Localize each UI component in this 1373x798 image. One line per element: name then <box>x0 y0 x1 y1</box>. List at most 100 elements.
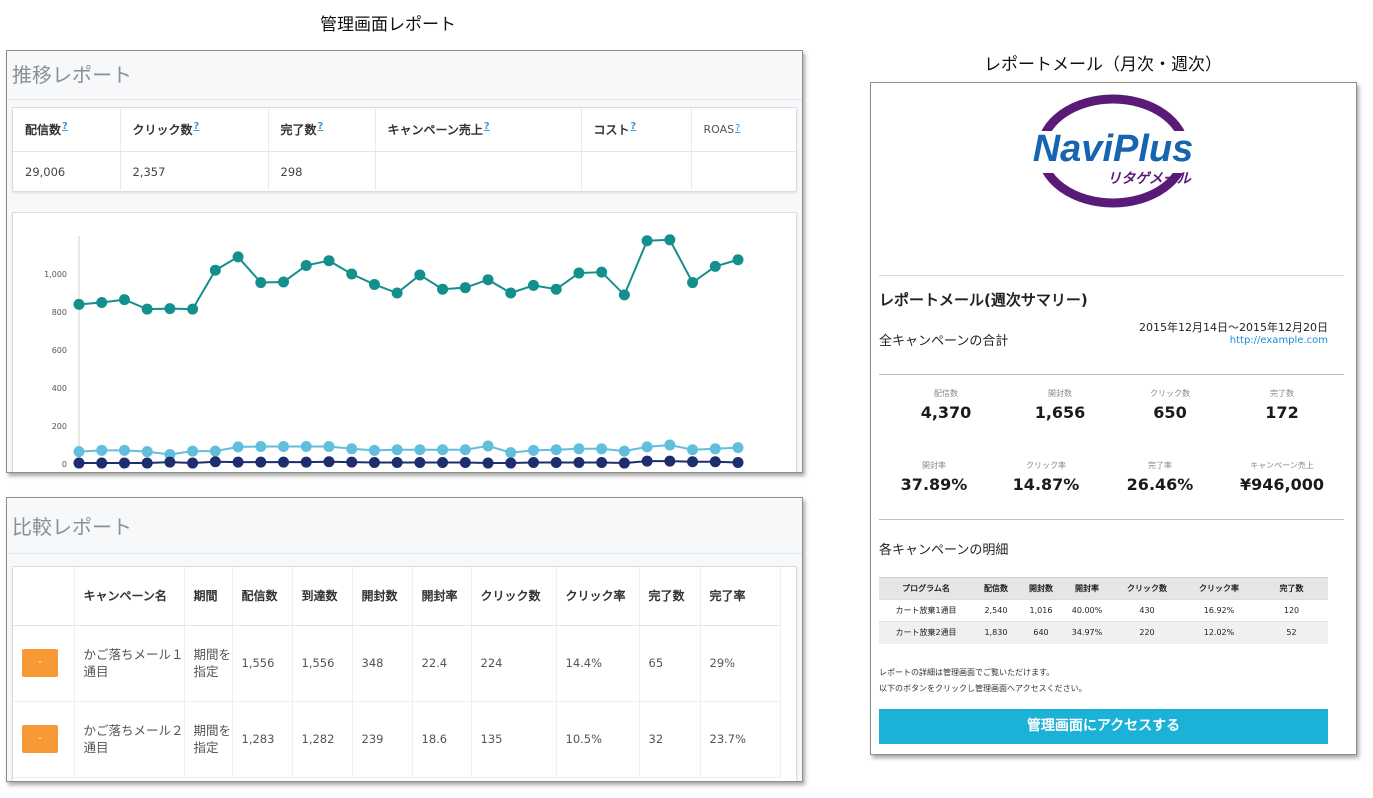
data-point[interactable] <box>482 457 494 469</box>
data-point[interactable] <box>596 456 608 468</box>
data-point[interactable] <box>641 235 653 247</box>
data-point[interactable] <box>641 455 653 467</box>
data-point[interactable] <box>505 287 517 299</box>
help-link[interactable]: ? <box>194 121 200 132</box>
data-point[interactable] <box>550 283 562 295</box>
data-point[interactable] <box>505 447 517 459</box>
help-link[interactable]: ? <box>631 121 637 132</box>
data-point[interactable] <box>278 276 290 288</box>
data-point[interactable] <box>346 268 358 280</box>
data-point[interactable] <box>187 445 199 457</box>
data-point[interactable] <box>300 456 312 468</box>
data-point[interactable] <box>187 457 199 469</box>
data-point[interactable] <box>687 277 699 289</box>
data-point[interactable] <box>323 456 335 468</box>
data-point[interactable] <box>505 457 517 469</box>
data-point[interactable] <box>118 294 130 306</box>
data-point[interactable] <box>709 456 721 468</box>
data-point[interactable] <box>141 457 153 469</box>
data-point[interactable] <box>414 456 426 468</box>
data-point[interactable] <box>118 457 130 469</box>
data-point[interactable] <box>414 444 426 456</box>
compare-header[interactable]: 期間 <box>184 567 233 626</box>
compare-header[interactable]: 完了数 <box>639 567 701 626</box>
data-point[interactable] <box>118 444 130 456</box>
data-point[interactable] <box>73 446 85 458</box>
help-link[interactable]: ? <box>735 123 740 134</box>
data-point[interactable] <box>96 297 108 308</box>
data-point[interactable] <box>164 456 176 468</box>
data-point[interactable] <box>732 442 744 454</box>
remove-campaign-button[interactable]: - <box>22 649 58 677</box>
data-point[interactable] <box>732 254 744 266</box>
help-link[interactable]: ? <box>62 121 68 132</box>
data-point[interactable] <box>527 444 539 456</box>
data-point[interactable] <box>573 456 585 468</box>
data-point[interactable] <box>664 455 676 467</box>
data-point[interactable] <box>687 444 699 456</box>
data-point[interactable] <box>596 443 608 455</box>
data-point[interactable] <box>209 264 221 276</box>
data-point[interactable] <box>300 441 312 453</box>
data-point[interactable] <box>300 259 312 271</box>
data-point[interactable] <box>550 456 562 468</box>
data-point[interactable] <box>346 443 358 455</box>
data-point[interactable] <box>550 444 562 456</box>
data-point[interactable] <box>641 441 653 453</box>
data-point[interactable] <box>437 456 449 468</box>
data-point[interactable] <box>96 444 108 456</box>
data-point[interactable] <box>664 439 676 451</box>
data-point[interactable] <box>573 267 585 279</box>
data-point[interactable] <box>709 260 721 272</box>
data-point[interactable] <box>709 443 721 455</box>
data-point[interactable] <box>391 287 403 299</box>
data-point[interactable] <box>687 456 699 468</box>
data-point[interactable] <box>618 289 630 301</box>
period-setting[interactable]: 期間を指定 <box>184 701 233 778</box>
help-link[interactable]: ? <box>484 121 490 132</box>
data-point[interactable] <box>482 274 494 286</box>
data-point[interactable] <box>732 456 744 468</box>
data-point[interactable] <box>391 456 403 468</box>
remove-campaign-button[interactable]: - <box>22 725 58 753</box>
data-point[interactable] <box>664 234 676 246</box>
compare-header[interactable]: 到達数 <box>292 567 353 626</box>
data-point[interactable] <box>141 303 153 315</box>
data-point[interactable] <box>391 444 403 456</box>
mail-url-link[interactable]: http://example.com <box>1230 335 1328 346</box>
data-point[interactable] <box>437 283 449 295</box>
data-point[interactable] <box>459 456 471 468</box>
data-point[interactable] <box>414 269 426 281</box>
help-link[interactable]: ? <box>318 121 324 132</box>
data-point[interactable] <box>209 456 221 468</box>
data-point[interactable] <box>368 278 380 290</box>
data-point[interactable] <box>618 445 630 457</box>
data-point[interactable] <box>459 282 471 294</box>
compare-header[interactable]: 配信数 <box>232 567 293 626</box>
compare-header[interactable]: キャンペーン名 <box>74 567 185 626</box>
data-point[interactable] <box>278 441 290 453</box>
data-point[interactable] <box>209 445 221 457</box>
data-point[interactable] <box>255 456 267 468</box>
data-point[interactable] <box>73 298 85 310</box>
compare-header[interactable]: クリック数 <box>471 567 557 626</box>
data-point[interactable] <box>255 277 267 289</box>
data-point[interactable] <box>527 456 539 468</box>
compare-header[interactable]: クリック率 <box>556 567 640 626</box>
data-point[interactable] <box>368 444 380 456</box>
access-admin-button[interactable]: 管理画面にアクセスする <box>879 709 1328 744</box>
data-point[interactable] <box>141 446 153 458</box>
data-point[interactable] <box>482 440 494 452</box>
data-point[interactable] <box>346 456 358 468</box>
compare-header[interactable]: 開封率 <box>412 567 472 626</box>
data-point[interactable] <box>232 456 244 468</box>
compare-header[interactable]: 開封数 <box>352 567 413 626</box>
data-point[interactable] <box>73 457 85 469</box>
data-point[interactable] <box>527 279 539 291</box>
data-point[interactable] <box>437 444 449 456</box>
data-point[interactable] <box>187 303 199 315</box>
data-point[interactable] <box>96 457 108 469</box>
data-point[interactable] <box>323 441 335 453</box>
data-point[interactable] <box>255 441 267 453</box>
data-point[interactable] <box>459 444 471 456</box>
